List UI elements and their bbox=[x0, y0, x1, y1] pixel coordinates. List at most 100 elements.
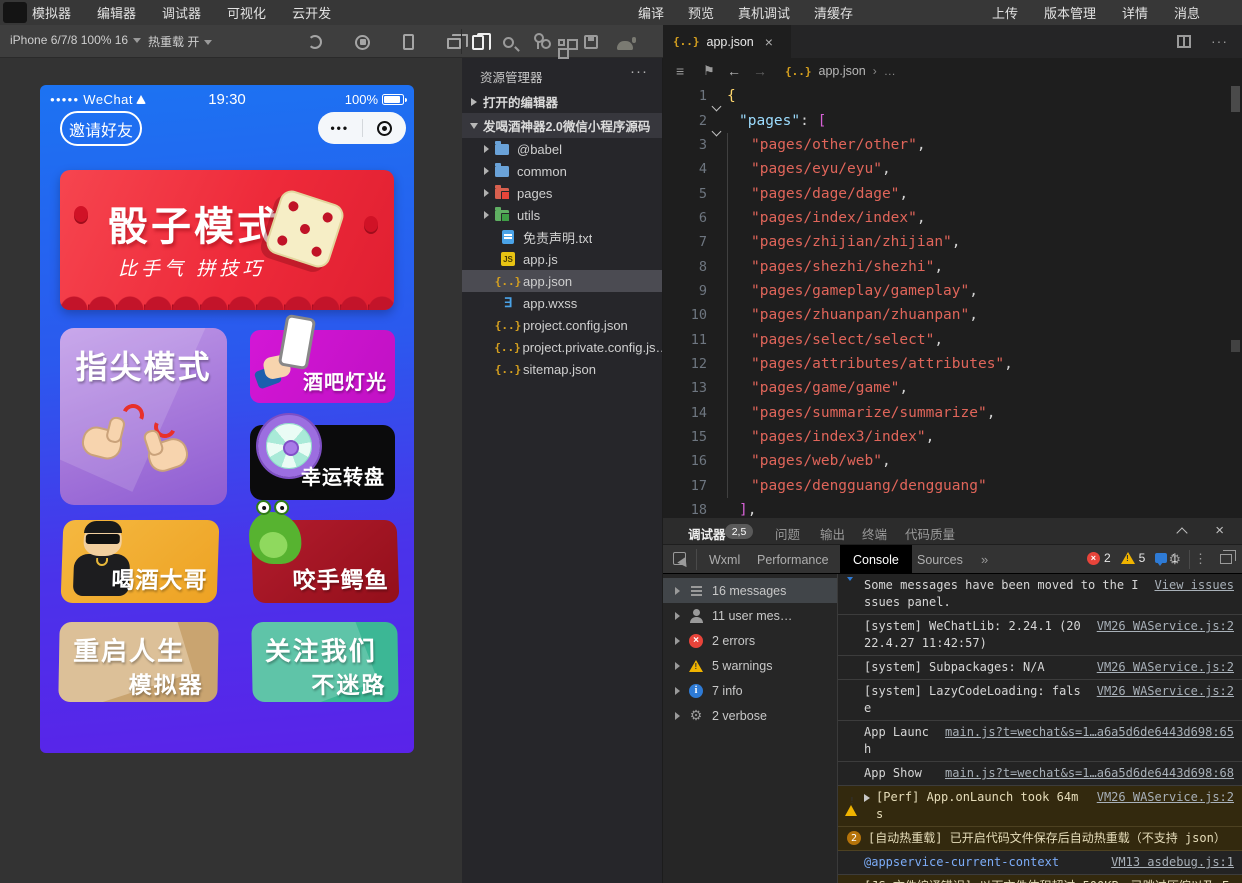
tab-terminal[interactable]: 终端 bbox=[862, 524, 887, 543]
expand-caret-icon[interactable] bbox=[864, 794, 870, 802]
phone-screen: ●●●●● WeChat 19:30 100% 邀请好友 ••• 骰子模式 比手… bbox=[40, 85, 414, 753]
source-link[interactable]: VM26 WAService.js:2 bbox=[1097, 789, 1234, 806]
menu-item[interactable]: 版本管理 bbox=[1044, 3, 1096, 22]
code-area[interactable]: 1{2"pages": [3"pages/other/other",4"page… bbox=[663, 84, 1242, 518]
bite-crocodile-card[interactable]: 咬手鳄鱼 bbox=[251, 520, 400, 603]
file-row-pages[interactable]: pages bbox=[462, 182, 662, 204]
fingertip-mode-card[interactable]: 指尖模式 bbox=[60, 328, 227, 505]
breadcrumb-file[interactable]: app.json bbox=[819, 64, 866, 78]
device-icon[interactable] bbox=[403, 34, 414, 50]
outline-icon[interactable]: ≡ bbox=[676, 63, 684, 79]
menu-item[interactable]: 模拟器 bbox=[32, 3, 71, 22]
menu-item[interactable]: 预览 bbox=[688, 3, 714, 22]
stop-icon[interactable] bbox=[355, 35, 370, 50]
tab-app-json[interactable]: {..} app.json × bbox=[663, 25, 791, 58]
chevron-up-icon[interactable] bbox=[1176, 527, 1187, 538]
refresh-icon[interactable] bbox=[308, 35, 322, 49]
console-log-row: [system] Subpackages: N/AVM26 WAService.… bbox=[838, 656, 1242, 680]
follow-us-card[interactable]: 关注我们 不迷路 bbox=[251, 622, 398, 702]
js-file-icon: JS bbox=[500, 251, 516, 267]
file-row-@babel[interactable]: @babel bbox=[462, 138, 662, 160]
debugger-header: 调试器 2,5 问题 输出 终端 代码质量 × bbox=[663, 518, 1242, 545]
file-row-common[interactable]: common bbox=[462, 160, 662, 182]
more-tabs-icon[interactable]: » bbox=[981, 552, 988, 567]
tab-wxml[interactable]: Wxml bbox=[707, 545, 742, 574]
file-row-app.wxss[interactable]: ∃app.wxss bbox=[462, 292, 662, 314]
editor-scrollbar[interactable] bbox=[1231, 86, 1240, 112]
multi-window-icon[interactable] bbox=[447, 38, 461, 49]
card-sublabel: 模拟器 bbox=[128, 666, 204, 700]
miniprogram-capsule[interactable]: ••• bbox=[318, 112, 406, 144]
file-row-sitemap.json[interactable]: {..}sitemap.json bbox=[462, 358, 662, 380]
close-icon[interactable]: × bbox=[1215, 522, 1224, 539]
more-menu-icon[interactable]: ••• bbox=[318, 121, 362, 135]
bookmark-icon[interactable]: ⚑ bbox=[703, 63, 715, 79]
tab-console[interactable]: Console bbox=[840, 545, 912, 574]
tab-debugger[interactable]: 调试器 bbox=[688, 524, 726, 543]
source-link[interactable]: main.js?t=wechat&s=1…a6a5d6de6443d698:65 bbox=[945, 724, 1234, 741]
file-row-utils[interactable]: utils bbox=[462, 204, 662, 226]
invite-friends-button[interactable]: 邀请好友 bbox=[60, 111, 142, 146]
file-row-project.config.json[interactable]: {..}project.config.json bbox=[462, 314, 662, 336]
file-row-project.private.config.js[interactable]: {..}project.private.config.js… bbox=[462, 336, 662, 358]
undock-icon[interactable] bbox=[1220, 554, 1232, 564]
menu-item[interactable]: 清缓存 bbox=[814, 3, 853, 22]
console-filter-list[interactable]: 16 messages bbox=[663, 578, 837, 603]
restart-life-card[interactable]: 重启人生 模拟器 bbox=[58, 622, 218, 702]
tab-sources[interactable]: Sources bbox=[915, 545, 965, 574]
dice-mode-banner[interactable]: 骰子模式 比手气 拼技巧 bbox=[60, 170, 394, 310]
bar-light-card[interactable]: 酒吧灯光 bbox=[250, 330, 395, 403]
menu-item[interactable]: 编辑器 bbox=[97, 3, 136, 22]
drinking-brother-card[interactable]: 喝酒大哥 bbox=[61, 520, 220, 603]
tab-performance[interactable]: Performance bbox=[755, 545, 831, 574]
source-link[interactable]: View issues bbox=[1155, 577, 1234, 594]
close-circle-icon[interactable] bbox=[363, 121, 407, 136]
error-count[interactable]: ×2 bbox=[1087, 551, 1111, 565]
tab-problems[interactable]: 问题 bbox=[775, 524, 800, 543]
settings-gear-icon[interactable]: ⚙ bbox=[1168, 552, 1181, 566]
menu-item[interactable]: 可视化 bbox=[227, 3, 266, 22]
save-icon[interactable] bbox=[584, 35, 598, 49]
warning-count[interactable]: 5 bbox=[1121, 551, 1146, 565]
menu-item[interactable]: 调试器 bbox=[162, 3, 201, 22]
more-actions-icon[interactable]: ··· bbox=[630, 63, 648, 80]
tab-output[interactable]: 输出 bbox=[820, 524, 845, 543]
device-selector[interactable]: iPhone 6/7/8 100% 16 bbox=[10, 33, 141, 47]
source-link[interactable]: main.js?t=wechat&s=1…a6a5d6de6443d698:68 bbox=[945, 765, 1234, 782]
split-editor-icon[interactable] bbox=[1177, 35, 1191, 48]
open-editors-row[interactable]: 打开的编辑器 bbox=[462, 90, 662, 113]
lucky-wheel-card[interactable]: 幸运转盘 bbox=[250, 425, 395, 500]
menu-item[interactable]: 详情 bbox=[1122, 3, 1148, 22]
source-link[interactable]: VM26 WAService.js:2 bbox=[1097, 659, 1234, 676]
source-link[interactable]: VM26 WAService.js:2 bbox=[1097, 618, 1234, 635]
console-filter-error[interactable]: ×2 errors bbox=[663, 628, 837, 653]
close-icon[interactable]: × bbox=[765, 34, 773, 50]
kebab-menu-icon[interactable]: ⋮ bbox=[1194, 551, 1207, 567]
console-filter-user[interactable]: 11 user mes… bbox=[663, 603, 837, 628]
hot-reload-toggle[interactable]: 热重载 开 bbox=[148, 33, 212, 50]
file-row-.txt[interactable]: 免责声明.txt bbox=[462, 226, 662, 248]
forward-icon[interactable]: → bbox=[753, 63, 767, 79]
file-row-app.json[interactable]: {..}app.json bbox=[462, 270, 662, 292]
menu-item[interactable]: 消息 bbox=[1174, 3, 1200, 22]
project-root-row[interactable]: 发喝酒神器2.0微信小程序源码 bbox=[462, 113, 662, 138]
back-icon[interactable]: ← bbox=[727, 63, 741, 79]
menu-item[interactable]: 云开发 bbox=[292, 3, 331, 22]
menu-item[interactable]: 上传 bbox=[992, 3, 1018, 22]
source-link[interactable]: VM13 asdebug.js:1 bbox=[1111, 854, 1234, 871]
file-row-app.js[interactable]: JSapp.js bbox=[462, 248, 662, 270]
more-actions-icon[interactable]: ··· bbox=[1211, 33, 1228, 49]
git-branch-icon[interactable] bbox=[537, 35, 539, 49]
plugin-whale-icon[interactable] bbox=[617, 41, 633, 50]
menu-item[interactable]: 编译 bbox=[638, 3, 664, 22]
explorer-icon[interactable] bbox=[472, 35, 484, 50]
extensions-icon[interactable] bbox=[558, 39, 565, 46]
tab-code-quality[interactable]: 代码质量 bbox=[905, 524, 955, 543]
console-filter-info[interactable]: i7 info bbox=[663, 678, 837, 703]
menu-item[interactable]: 真机调试 bbox=[738, 3, 790, 22]
console-filter-verbose[interactable]: ⚙2 verbose bbox=[663, 703, 837, 728]
console-filter-warning[interactable]: 5 warnings bbox=[663, 653, 837, 678]
inspect-icon[interactable] bbox=[673, 552, 686, 565]
source-link[interactable]: VM26 WAService.js:2 bbox=[1097, 683, 1234, 700]
search-icon[interactable] bbox=[503, 37, 514, 48]
